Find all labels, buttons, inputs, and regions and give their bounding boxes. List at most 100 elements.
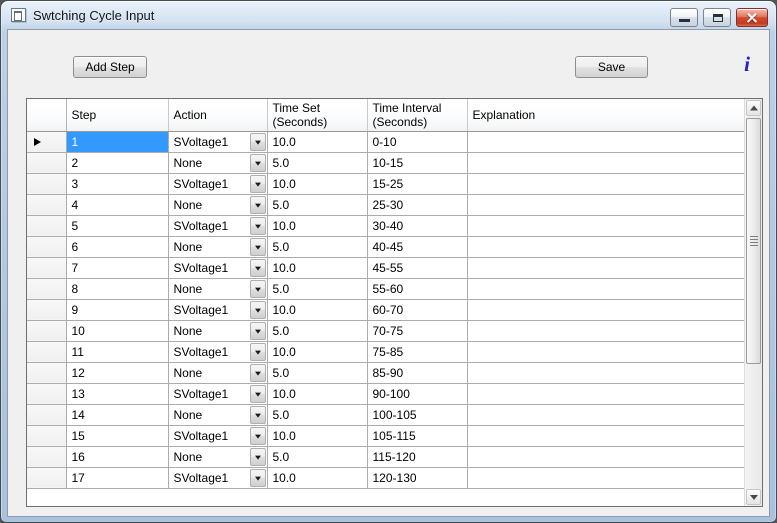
step-cell[interactable]: 4: [66, 194, 168, 215]
action-dropdown-button[interactable]: [250, 364, 266, 382]
time-set-cell[interactable]: 10.0: [267, 383, 367, 404]
explanation-cell[interactable]: [467, 299, 744, 320]
explanation-cell[interactable]: [467, 446, 744, 467]
action-dropdown-button[interactable]: [250, 217, 266, 235]
step-cell[interactable]: 1: [66, 131, 168, 152]
save-button[interactable]: Save: [575, 56, 648, 78]
step-cell[interactable]: 15: [66, 425, 168, 446]
row-header-cell[interactable]: [27, 404, 66, 425]
action-cell[interactable]: None: [168, 236, 267, 257]
action-dropdown-button[interactable]: [250, 280, 266, 298]
maximize-button[interactable]: [703, 8, 731, 27]
action-dropdown-button[interactable]: [250, 196, 266, 214]
time-interval-cell[interactable]: 70-75: [367, 320, 467, 341]
step-cell[interactable]: 6: [66, 236, 168, 257]
vertical-scrollbar[interactable]: [744, 99, 762, 506]
step-cell[interactable]: 9: [66, 299, 168, 320]
step-cell[interactable]: 14: [66, 404, 168, 425]
time-set-cell[interactable]: 5.0: [267, 404, 367, 425]
action-dropdown-button[interactable]: [250, 175, 266, 193]
action-cell[interactable]: SVoltage1: [168, 131, 267, 152]
time-set-cell[interactable]: 5.0: [267, 236, 367, 257]
titlebar[interactable]: Swtching Cycle Input: [1, 1, 776, 29]
row-header-cell[interactable]: [27, 194, 66, 215]
action-dropdown-button[interactable]: [250, 427, 266, 445]
time-set-cell[interactable]: 10.0: [267, 131, 367, 152]
time-interval-cell[interactable]: 60-70: [367, 299, 467, 320]
explanation-cell[interactable]: [467, 404, 744, 425]
time-set-cell[interactable]: 5.0: [267, 362, 367, 383]
col-header-explanation[interactable]: Explanation: [467, 99, 744, 131]
action-cell[interactable]: SVoltage1: [168, 173, 267, 194]
action-cell[interactable]: None: [168, 404, 267, 425]
time-interval-cell[interactable]: 115-120: [367, 446, 467, 467]
action-cell[interactable]: None: [168, 362, 267, 383]
col-header-action[interactable]: Action: [168, 99, 267, 131]
action-cell[interactable]: None: [168, 152, 267, 173]
explanation-cell[interactable]: [467, 173, 744, 194]
time-interval-cell[interactable]: 105-115: [367, 425, 467, 446]
time-interval-cell[interactable]: 45-55: [367, 257, 467, 278]
explanation-cell[interactable]: [467, 425, 744, 446]
time-set-cell[interactable]: 10.0: [267, 299, 367, 320]
row-header-cell[interactable]: [27, 131, 66, 152]
explanation-cell[interactable]: [467, 152, 744, 173]
step-cell[interactable]: 3: [66, 173, 168, 194]
close-button[interactable]: [736, 8, 768, 27]
explanation-cell[interactable]: [467, 236, 744, 257]
add-step-button[interactable]: Add Step: [73, 56, 147, 78]
info-icon[interactable]: i: [740, 52, 754, 77]
action-cell[interactable]: None: [168, 278, 267, 299]
action-dropdown-button[interactable]: [250, 406, 266, 424]
row-header-cell[interactable]: [27, 383, 66, 404]
explanation-cell[interactable]: [467, 257, 744, 278]
step-cell[interactable]: 13: [66, 383, 168, 404]
time-set-cell[interactable]: 10.0: [267, 467, 367, 488]
row-header-cell[interactable]: [27, 425, 66, 446]
time-set-cell[interactable]: 5.0: [267, 446, 367, 467]
time-interval-cell[interactable]: 40-45: [367, 236, 467, 257]
step-cell[interactable]: 5: [66, 215, 168, 236]
time-set-cell[interactable]: 5.0: [267, 194, 367, 215]
explanation-cell[interactable]: [467, 194, 744, 215]
time-interval-cell[interactable]: 55-60: [367, 278, 467, 299]
action-cell[interactable]: SVoltage1: [168, 257, 267, 278]
scrollbar-up-button[interactable]: [746, 100, 761, 116]
time-set-cell[interactable]: 10.0: [267, 341, 367, 362]
time-set-cell[interactable]: 10.0: [267, 215, 367, 236]
action-cell[interactable]: SVoltage1: [168, 341, 267, 362]
time-set-cell[interactable]: 10.0: [267, 425, 367, 446]
step-cell[interactable]: 11: [66, 341, 168, 362]
action-cell[interactable]: SVoltage1: [168, 383, 267, 404]
action-dropdown-button[interactable]: [250, 322, 266, 340]
row-header-cell[interactable]: [27, 362, 66, 383]
action-dropdown-button[interactable]: [250, 301, 266, 319]
row-header-cell[interactable]: [27, 278, 66, 299]
action-dropdown-button[interactable]: [250, 469, 266, 487]
time-interval-cell[interactable]: 25-30: [367, 194, 467, 215]
row-header-cell[interactable]: [27, 173, 66, 194]
row-header-cell[interactable]: [27, 152, 66, 173]
action-dropdown-button[interactable]: [250, 133, 266, 151]
action-dropdown-button[interactable]: [250, 448, 266, 466]
time-interval-cell[interactable]: 120-130: [367, 467, 467, 488]
action-dropdown-button[interactable]: [250, 385, 266, 403]
action-cell[interactable]: SVoltage1: [168, 467, 267, 488]
action-cell[interactable]: SVoltage1: [168, 299, 267, 320]
action-dropdown-button[interactable]: [250, 343, 266, 361]
time-interval-cell[interactable]: 30-40: [367, 215, 467, 236]
time-set-cell[interactable]: 10.0: [267, 257, 367, 278]
time-interval-cell[interactable]: 85-90: [367, 362, 467, 383]
explanation-cell[interactable]: [467, 362, 744, 383]
row-header-cell[interactable]: [27, 446, 66, 467]
explanation-cell[interactable]: [467, 320, 744, 341]
time-set-cell[interactable]: 5.0: [267, 278, 367, 299]
action-dropdown-button[interactable]: [250, 259, 266, 277]
action-cell[interactable]: None: [168, 446, 267, 467]
step-cell[interactable]: 8: [66, 278, 168, 299]
row-header-cell[interactable]: [27, 257, 66, 278]
time-interval-cell[interactable]: 0-10: [367, 131, 467, 152]
time-interval-cell[interactable]: 75-85: [367, 341, 467, 362]
time-interval-cell[interactable]: 100-105: [367, 404, 467, 425]
row-header-cell[interactable]: [27, 299, 66, 320]
